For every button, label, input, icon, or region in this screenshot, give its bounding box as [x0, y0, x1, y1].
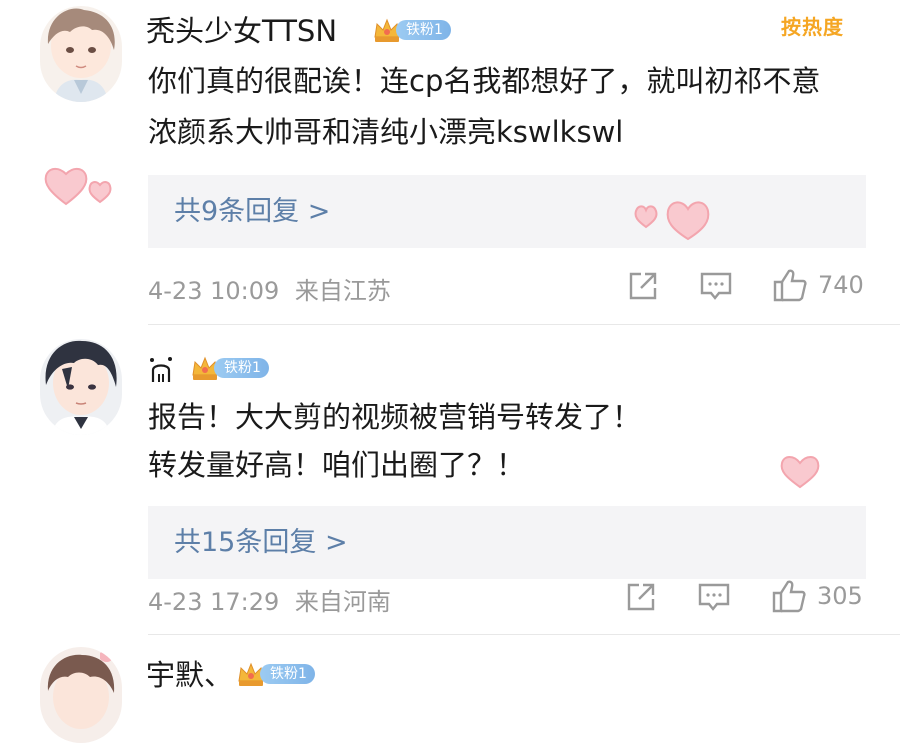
comment-meta: 4-23 10:09 来自江苏 — [148, 271, 391, 306]
avatar[interactable] — [40, 339, 122, 435]
comment-text-line: 报告！大大剪的视频被营销号转发了！ — [148, 400, 642, 434]
fan-badge[interactable]: 铁粉1 — [190, 355, 269, 381]
sort-by-hot-button[interactable]: 按热度 — [781, 11, 844, 40]
comment-button[interactable] — [697, 581, 731, 613]
like-count: 305 — [817, 582, 863, 610]
fan-badge-label: 铁粉1 — [260, 664, 315, 684]
like-button[interactable]: 740 — [772, 268, 864, 302]
avatar[interactable] — [40, 6, 122, 102]
share-icon — [627, 583, 655, 611]
view-replies-button[interactable]: 共15条回复 > — [148, 506, 866, 579]
like-count: 740 — [818, 271, 864, 299]
fan-badge-label: 铁粉1 — [214, 358, 269, 378]
share-icon — [629, 272, 657, 300]
comment-button[interactable] — [699, 270, 733, 302]
comment-text-line: 浓颜系大帅哥和清纯小漂亮kswlkswl — [148, 115, 624, 149]
view-replies-button[interactable]: 共9条回复 > — [148, 175, 866, 248]
avatar-illustration — [40, 339, 122, 435]
comment-3: 宇默、 铁粉1 — [0, 635, 900, 743]
location: 来自河南 — [294, 588, 391, 616]
thumbs-up-icon — [772, 580, 806, 613]
fan-badge-label: 铁粉1 — [396, 20, 451, 40]
comment-text-line: 你们真的很配诶！连cp名我都想好了，就叫初祁不意 — [148, 64, 821, 98]
username[interactable]: 秃头少女TTSN — [146, 14, 337, 48]
comment-meta: 4-23 17:29 来自河南 — [148, 582, 391, 617]
share-button[interactable] — [627, 270, 659, 302]
username[interactable]: 宇默、 — [146, 658, 233, 692]
avatar[interactable] — [40, 647, 122, 743]
timestamp: 4-23 10:09 — [148, 277, 280, 305]
share-button[interactable] — [625, 581, 657, 613]
heart-icon — [634, 201, 710, 241]
like-button[interactable]: 305 — [771, 579, 863, 613]
comment-icon — [700, 272, 732, 300]
comment-1: 秃头少女TTSN 铁粉1 按热度 你们真的很配诶！连cp名我都想好了，就叫初祁不… — [0, 0, 900, 325]
avatar-illustration — [40, 647, 122, 743]
replies-count-label: 共9条回复 > — [174, 196, 331, 227]
fan-badge[interactable]: 铁粉1 — [236, 661, 315, 687]
replies-count-label: 共15条回复 > — [174, 527, 348, 558]
heart-icon — [44, 168, 112, 206]
location: 来自江苏 — [294, 277, 391, 305]
comment-2: 铁粉1 报告！大大剪的视频被营销号转发了！ 转发量好高！咱们出圈了？！ 共15条… — [0, 325, 900, 635]
comment-icon — [698, 583, 730, 611]
fan-badge[interactable]: 铁粉1 — [372, 17, 451, 43]
thumbs-up-icon — [773, 269, 807, 302]
timestamp: 4-23 17:29 — [148, 588, 280, 616]
heart-icon — [780, 456, 820, 489]
comment-text-line: 转发量好高！咱们出圈了？！ — [148, 448, 526, 482]
username-glyph-icon — [150, 357, 172, 382]
username[interactable] — [146, 353, 176, 387]
avatar-illustration — [40, 6, 122, 102]
